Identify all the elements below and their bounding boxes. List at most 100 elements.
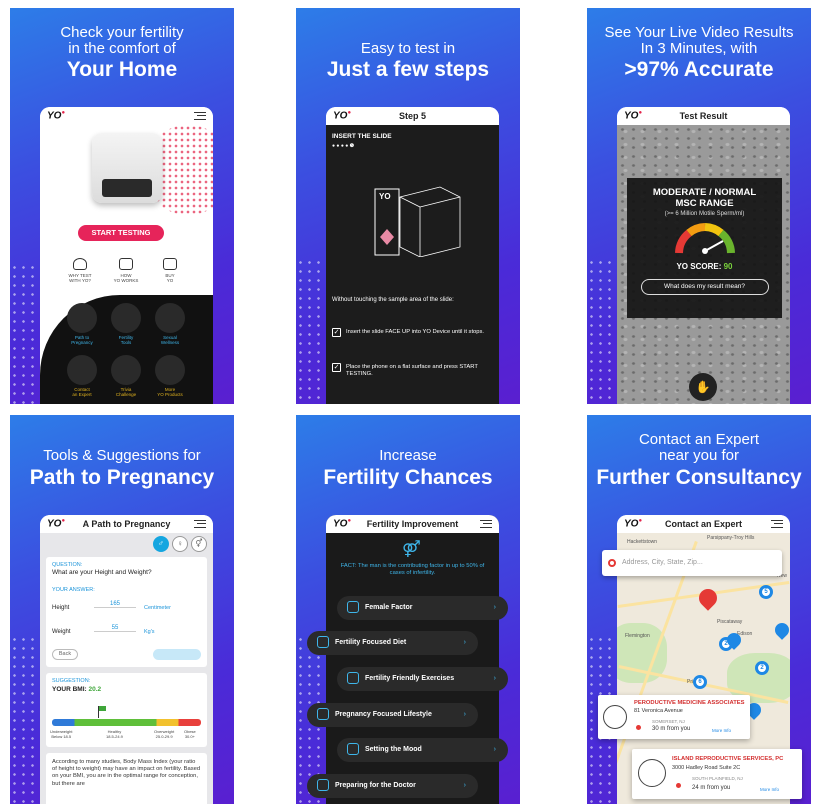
weight-unit-select[interactable]: Kg's — [144, 629, 155, 635]
gender-symbols-icon: ⚤ — [402, 541, 421, 558]
panel-headline-line1: Increase — [379, 447, 437, 464]
panel-headline-main: Further Consultancy — [596, 466, 802, 489]
yo-logo: YO● — [47, 110, 66, 122]
clinic-address: 3000 Hadley Road Suite 2C — [672, 765, 741, 771]
handshake-icon — [67, 355, 97, 385]
question-card: QUESTION: What are your Height and Weigh… — [46, 557, 207, 667]
bmi-range-overweight: Overweight 25.0-29.9 — [154, 729, 175, 739]
screen-title: Fertility Improvement — [366, 519, 459, 529]
checkbox-icon[interactable]: ✓ — [332, 363, 341, 372]
screen-title: Step 5 — [398, 111, 426, 121]
menu-item-lifestyle[interactable]: Pregnancy Focused Lifestyle › — [307, 703, 478, 727]
step-screen: INSERT THE SLIDE ● ● ● ● ❺ YO Without to… — [326, 125, 499, 404]
clinic-name: ISLAND REPRODUCTIVE SERVICES, PC — [672, 756, 784, 762]
gesture-hand-icon[interactable]: ✋ — [689, 373, 717, 401]
clinic-card-1[interactable]: PERODUCTIVE MEDICINE ASSOCIATES 81 Veron… — [598, 695, 750, 739]
phone-screen: YO● A Path to Pregnancy ♂ ♀ ⚥ QUESTION: … — [40, 515, 213, 804]
next-button[interactable] — [153, 649, 201, 660]
yo-logo-icon — [155, 355, 185, 385]
map-cluster-marker[interactable]: 6 — [693, 675, 707, 689]
hamburger-menu-icon[interactable] — [194, 520, 206, 528]
bmi-range-healthy: Healthy 18.5-24.9 — [106, 729, 123, 739]
map-town-label: Hackettstown — [627, 539, 658, 545]
current-location-pin-icon[interactable] — [695, 585, 721, 611]
insert-slide-illustration: YO — [374, 186, 461, 257]
panel-headline-main: Just a few steps — [326, 58, 490, 81]
back-button[interactable]: Back — [52, 649, 78, 660]
panel-headline-line1: Easy to test in — [360, 40, 456, 57]
doctor-avatar-icon — [603, 705, 627, 729]
how-yo-works-link[interactable]: HOW YO WORKS — [106, 258, 146, 283]
panel-headline-main: >97% Accurate — [624, 58, 774, 81]
weight-input[interactable]: 55 — [94, 625, 136, 632]
screenshot-panel-fertility: Increase Fertility Chances YO● Fertility… — [296, 415, 520, 804]
female-icon[interactable]: ♀ — [172, 536, 188, 552]
male-icon[interactable]: ♂ — [153, 536, 169, 552]
address-search-input[interactable]: Address, City, State, Zip... — [602, 550, 782, 576]
tile-more-products[interactable]: More YO Products — [152, 355, 188, 399]
clinic-card-2[interactable]: ISLAND REPRODUCTIVE SERVICES, PC 3000 Ha… — [632, 749, 802, 799]
start-testing-button[interactable]: START TESTING — [78, 225, 164, 241]
video-icon — [119, 258, 133, 270]
panel-headline-main: Your Home — [66, 58, 178, 81]
hamburger-menu-icon[interactable] — [771, 520, 783, 528]
screenshot-panel-steps: Easy to test in Just a few steps YO● Ste… — [296, 8, 520, 404]
tile-path-to-pregnancy[interactable]: Path to Pregnancy — [64, 303, 100, 347]
tile-contact-expert[interactable]: Contact an Expert — [64, 355, 100, 399]
result-line-2: MSC RANGE — [675, 198, 734, 209]
hamburger-menu-icon[interactable] — [480, 520, 492, 528]
map-cluster-marker[interactable]: 2 — [755, 661, 769, 675]
video-result-background: MODERATE / NORMAL MSC RANGE (>= 6 Millio… — [617, 125, 790, 404]
menu-item-mood[interactable]: Setting the Mood › — [337, 738, 508, 762]
more-info-link[interactable]: More Info — [760, 787, 779, 792]
answer-label: YOUR ANSWER: — [52, 587, 95, 593]
checkbox-icon[interactable]: ✓ — [332, 328, 341, 337]
more-info-link[interactable]: More Info — [712, 728, 731, 733]
suggestion-label: SUGGESTION: — [52, 678, 91, 684]
menu-item-diet[interactable]: Fertility Focused Diet › — [307, 631, 478, 655]
app-header: YO● Fertility Improvement — [326, 515, 499, 533]
tile-sexual-wellness[interactable]: Sexual Wellness — [152, 303, 188, 347]
screenshot-panel-expert: Contact an Expert near you for Further C… — [587, 415, 811, 804]
map-cluster-marker[interactable]: 5 — [759, 585, 773, 599]
flag-icon — [67, 303, 97, 333]
panel-headline-line1: Tools & Suggestions for — [43, 447, 201, 464]
map-pin-icon[interactable] — [772, 620, 790, 640]
tile-trivia[interactable]: Trivia Challenge — [108, 355, 144, 399]
hamburger-menu-icon[interactable] — [194, 112, 206, 120]
map-town-label: Flemington — [625, 633, 650, 639]
chevron-right-icon: › — [463, 711, 466, 718]
menu-item-female-factor[interactable]: Female Factor › — [337, 596, 508, 620]
result-meaning-button[interactable]: What does my result mean? — [640, 279, 769, 295]
screenshot-panel-home: Check your fertility in the comfort of Y… — [10, 8, 234, 404]
clinic-distance: 24 m from you — [692, 785, 731, 791]
check-item-1: Insert the slide FACE UP into YO Device … — [346, 329, 485, 335]
result-subtitle: (>= 6 Million Motile Sperm/ml) — [664, 211, 745, 217]
couple-icon[interactable]: ⚥ — [191, 536, 207, 552]
height-unit-select[interactable]: Centimeter — [144, 605, 171, 611]
panel-headline-line2: in the comfort of — [68, 40, 176, 57]
menu-item-doctor[interactable]: Preparing for the Doctor › — [307, 774, 478, 798]
phone-screen: YO● START TESTING WHY TEST WITH YO? HOW YO… — [40, 107, 213, 404]
app-header: YO● — [40, 107, 213, 125]
chevron-right-icon: › — [493, 746, 496, 753]
check-item-2: Place the phone on a flat surface and pr… — [346, 364, 478, 377]
menu-item-exercises[interactable]: Fertility Friendly Exercises › — [337, 667, 508, 691]
screenshot-panel-result: See Your Live Video Results In 3 Minutes… — [587, 8, 811, 404]
question-card-icon — [111, 355, 141, 385]
bmi-scale-bar — [52, 719, 201, 726]
yo-score: YO SCORE: 90 — [676, 262, 733, 271]
buy-yo-link[interactable]: BUY YO — [150, 258, 190, 283]
map-town-label: Parsippany-Troy Hills — [707, 535, 755, 541]
phone-screen: YO● Step 5 INSERT THE SLIDE ● ● ● ● ❺ YO… — [326, 107, 499, 404]
info-card: According to many studies, Body Mass Ind… — [46, 753, 207, 804]
why-test-link[interactable]: WHY TEST WITH YO? — [60, 258, 100, 283]
app-header: YO● Step 5 — [326, 107, 499, 125]
clinic-city: SOMERSET, NJ — [652, 719, 685, 724]
home-screen: START TESTING WHY TEST WITH YO? HOW YO WOR… — [40, 125, 213, 404]
tile-fertility-tools[interactable]: Fertility Tools — [108, 303, 144, 347]
height-input[interactable]: 165 — [94, 601, 136, 608]
diet-icon — [317, 636, 329, 649]
doctor-avatar-icon — [638, 759, 666, 787]
heart-icon — [347, 743, 359, 756]
